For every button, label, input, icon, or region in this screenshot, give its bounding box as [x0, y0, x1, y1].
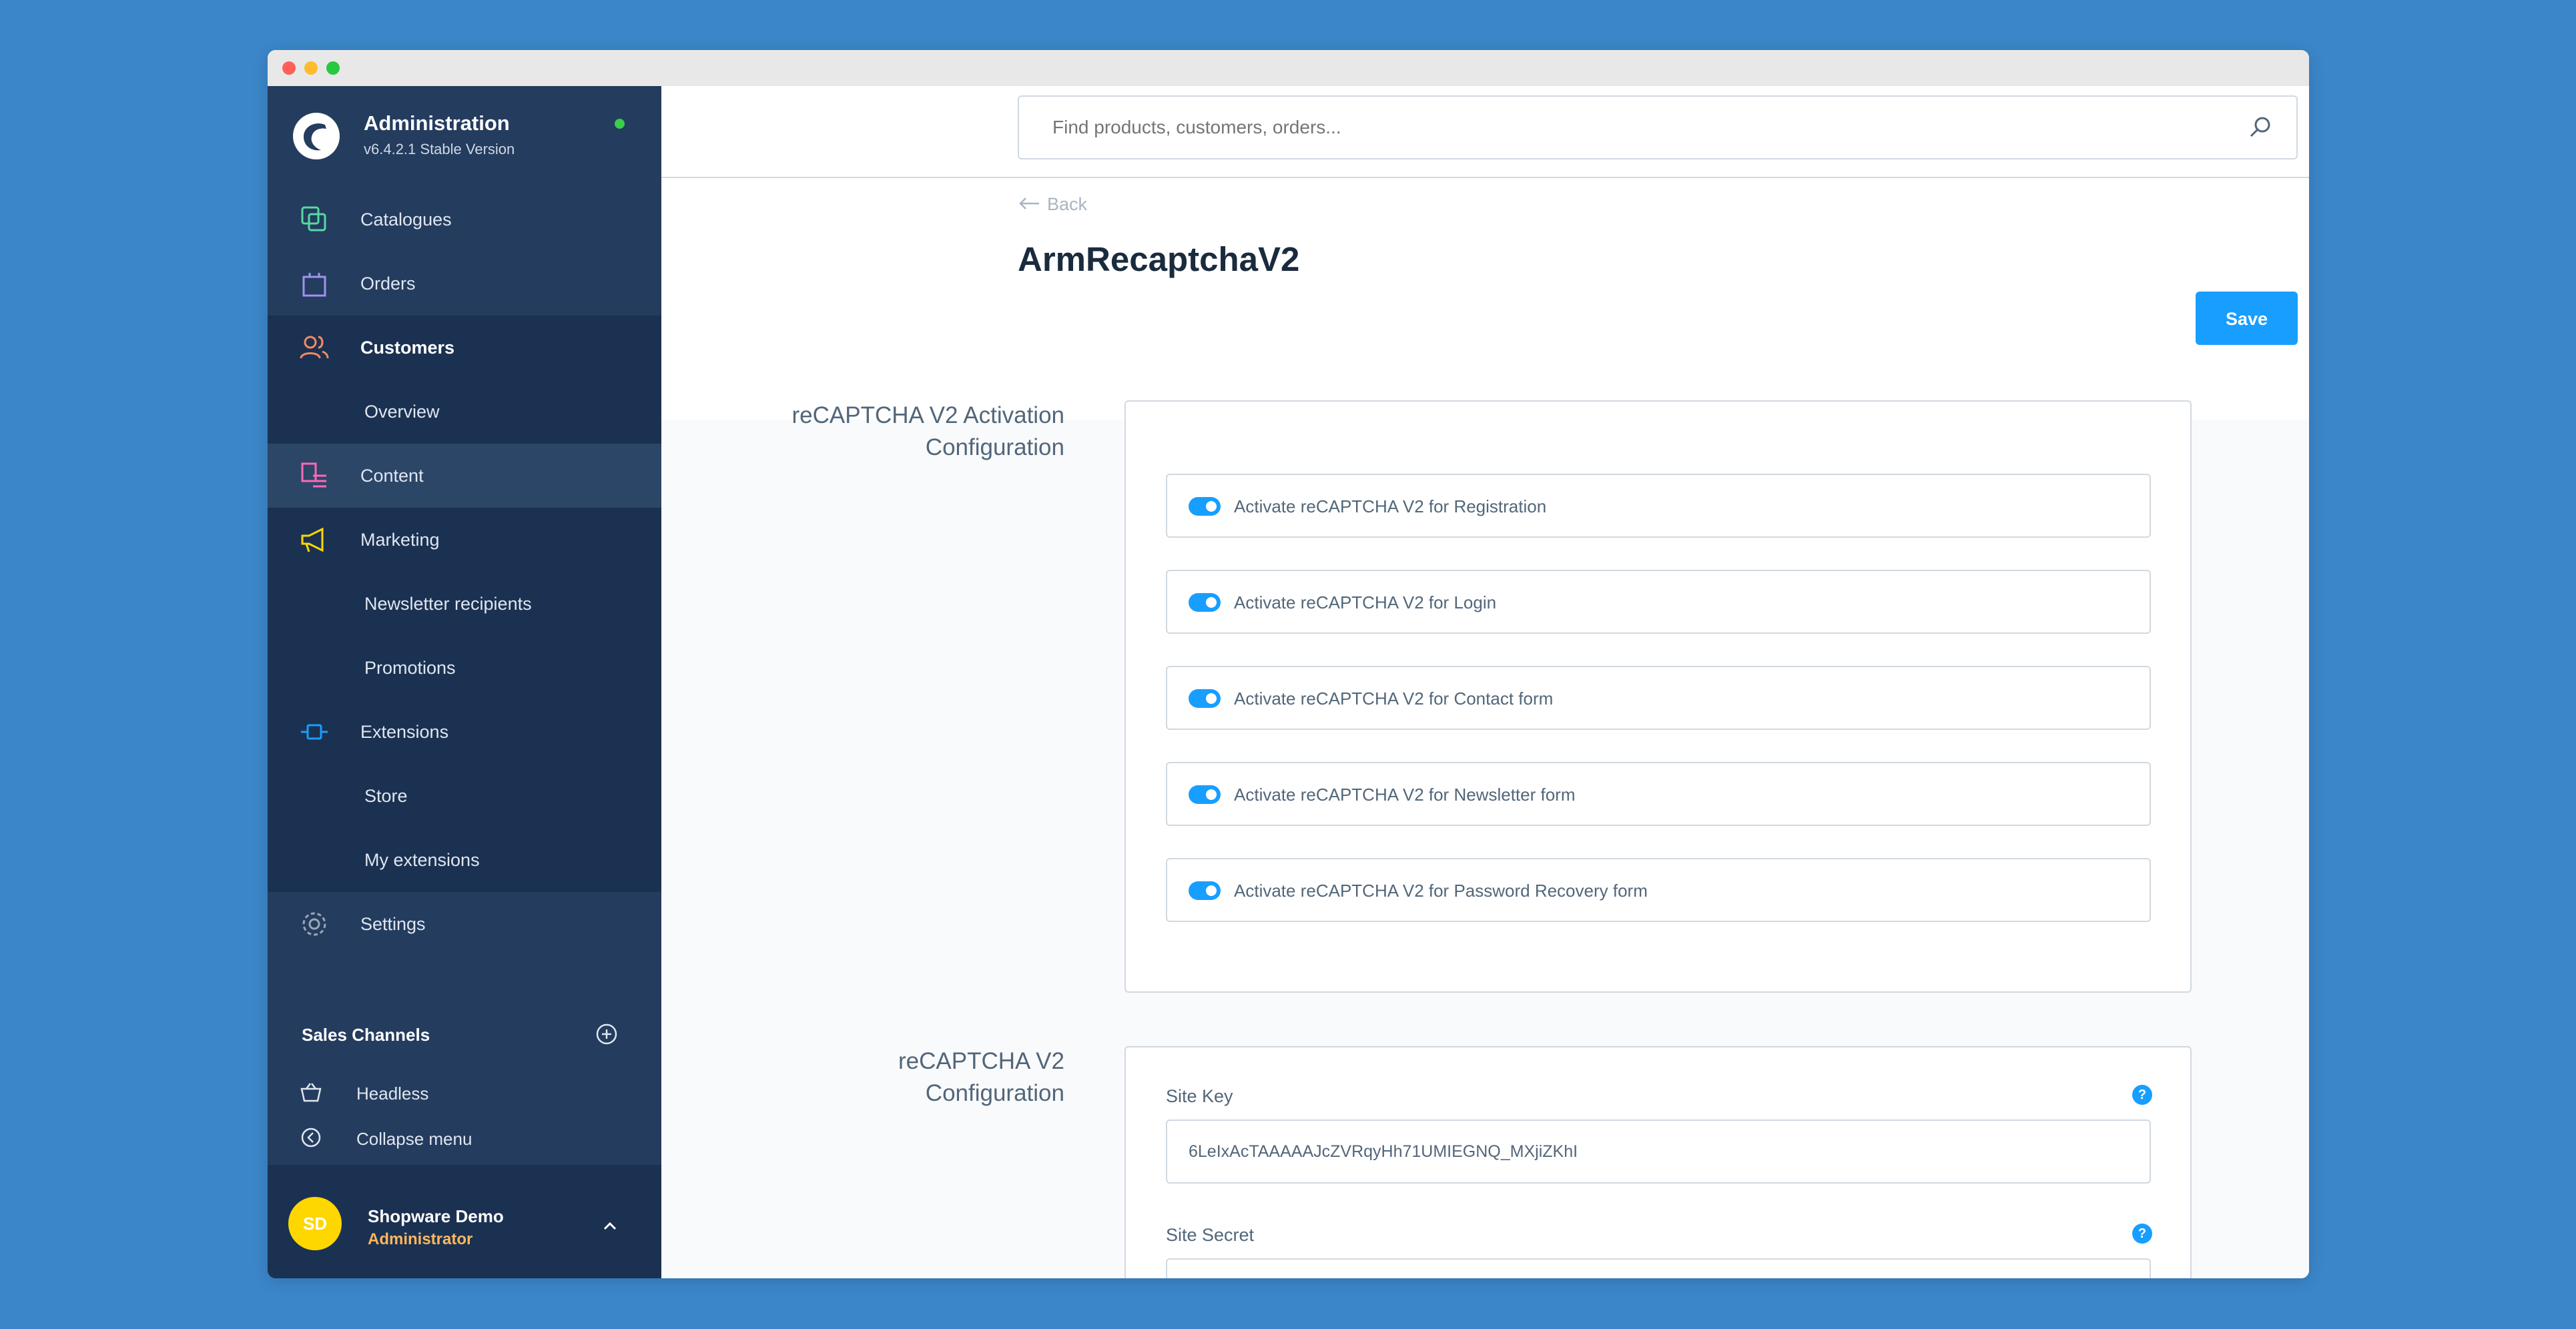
site-secret-label: Site Secret [1166, 1225, 1255, 1245]
contact-form-toggle-switch[interactable] [1189, 689, 1221, 708]
chevron-up-icon[interactable] [599, 1216, 621, 1237]
nav-label: Settings [360, 914, 426, 934]
config-label-line1: reCAPTCHA V2 [898, 1048, 1064, 1074]
add-sales-channel-icon[interactable] [595, 1022, 619, 1046]
main-navigation: Catalogues Orders Customers Overview Con… [268, 187, 661, 956]
toggle-label: Activate reCAPTCHA V2 for Login [1234, 592, 1497, 612]
nav-label: Orders [360, 274, 416, 294]
nav-label: Marketing [360, 530, 440, 550]
config-card: Site Key ? Site Secret ? [1124, 1046, 2192, 1278]
back-link[interactable]: Back [1047, 194, 1087, 215]
nav-subitem-promotions[interactable]: Promotions [268, 636, 661, 700]
catalogues-icon [301, 206, 326, 232]
collapse-menu-label: Collapse menu [356, 1129, 472, 1149]
activation-card: Activate reCAPTCHA V2 for Registration A… [1124, 400, 2192, 993]
toggle-label: Activate reCAPTCHA V2 for Password Recov… [1234, 881, 1648, 901]
app-version: v6.4.2.1 Stable Version [364, 141, 515, 157]
user-menu[interactable]: SD Shopware Demo Administrator [268, 1165, 661, 1278]
nav-item-catalogues[interactable]: Catalogues [268, 187, 661, 252]
nav-item-orders[interactable]: Orders [268, 252, 661, 316]
activation-section-label: reCAPTCHA V2 Activation Configuration [792, 400, 1065, 464]
minimize-window-button[interactable] [304, 61, 318, 75]
site-key-label: Site Key [1166, 1086, 1233, 1106]
toggle-row-password-recovery[interactable]: Activate reCAPTCHA V2 for Password Recov… [1166, 858, 2151, 922]
login-toggle-switch[interactable] [1189, 593, 1221, 612]
search-bar[interactable] [1018, 95, 2298, 159]
online-status-indicator [615, 119, 625, 129]
password-recovery-toggle-switch[interactable] [1189, 881, 1221, 900]
toggle-row-registration[interactable]: Activate reCAPTCHA V2 for Registration [1166, 474, 2151, 538]
nav-item-marketing[interactable]: Marketing [268, 508, 661, 572]
nav-subitem-store[interactable]: Store [268, 764, 661, 828]
nav-item-content[interactable]: Content [268, 444, 661, 508]
search-icon[interactable] [2248, 115, 2272, 139]
extensions-icon [301, 724, 328, 740]
orders-icon [302, 273, 326, 297]
nav-item-customers[interactable]: Customers [268, 316, 661, 380]
nav-label: Overview [364, 402, 440, 422]
user-name: Shopware Demo [368, 1206, 504, 1226]
nav-label: Store [364, 786, 408, 806]
sidebar: Administration v6.4.2.1 Stable Version C… [268, 86, 661, 1278]
nav-item-settings[interactable]: Settings [268, 892, 661, 956]
page-title: ArmRecaptchaV2 [1018, 240, 1300, 278]
toggle-label: Activate reCAPTCHA V2 for Contact form [1234, 689, 1554, 709]
nav-subitem-my-extensions[interactable]: My extensions [268, 828, 661, 892]
app-window: Administration v6.4.2.1 Stable Version C… [268, 50, 2309, 1278]
close-window-button[interactable] [282, 61, 296, 75]
top-bar [661, 86, 2309, 228]
sales-channels-title: Sales Channels [302, 1025, 430, 1045]
sales-channel-headless[interactable]: Headless [268, 1073, 661, 1113]
nav-subitem-newsletter-recipients[interactable]: Newsletter recipients [268, 572, 661, 636]
content-icon [301, 462, 326, 488]
brand-header: Administration v6.4.2.1 Stable Version [268, 86, 661, 187]
activation-label-line2: Configuration [925, 434, 1064, 460]
nav-label: Content [360, 466, 424, 486]
nav-item-extensions[interactable]: Extensions [268, 700, 661, 764]
maximize-window-button[interactable] [326, 61, 340, 75]
newsletter-form-toggle-switch[interactable] [1189, 785, 1221, 804]
site-secret-field[interactable] [1166, 1258, 2151, 1278]
app-title: Administration [364, 111, 510, 135]
topbar-divider [661, 177, 2309, 178]
nav-label: Catalogues [360, 209, 452, 230]
search-input[interactable] [1052, 117, 2187, 138]
nav-label: Extensions [360, 722, 449, 742]
sales-channel-label: Headless [356, 1083, 429, 1103]
activation-label-line1: reCAPTCHA V2 Activation [791, 402, 1065, 428]
arrow-left-icon[interactable] [1018, 195, 1040, 211]
gear-icon [302, 912, 326, 936]
nav-label: My extensions [364, 850, 480, 870]
toggle-row-login[interactable]: Activate reCAPTCHA V2 for Login [1166, 570, 2151, 634]
config-label-line2: Configuration [925, 1080, 1064, 1106]
user-role: Administrator [368, 1230, 473, 1248]
basket-icon [300, 1083, 322, 1102]
toggle-row-newsletter-form[interactable]: Activate reCAPTCHA V2 for Newsletter for… [1166, 762, 2151, 826]
shopware-logo-icon [293, 113, 340, 159]
help-icon[interactable]: ? [2132, 1085, 2152, 1105]
nav-subitem-overview[interactable]: Overview [268, 380, 661, 444]
avatar: SD [288, 1197, 342, 1250]
site-key-input[interactable] [1189, 1142, 2123, 1162]
megaphone-icon [301, 527, 324, 552]
toggle-label: Activate reCAPTCHA V2 for Registration [1234, 496, 1547, 516]
toggle-row-contact-form[interactable]: Activate reCAPTCHA V2 for Contact form [1166, 666, 2151, 730]
collapse-menu-button[interactable]: Collapse menu [268, 1118, 661, 1158]
customers-icon [300, 336, 329, 359]
site-key-field[interactable] [1166, 1120, 2151, 1184]
main-content: Back ArmRecaptchaV2 Save reCAPTCHA V2 Ac… [661, 86, 2309, 1278]
help-icon[interactable]: ? [2132, 1224, 2152, 1244]
nav-label: Newsletter recipients [364, 594, 532, 614]
config-section-label: reCAPTCHA V2 Configuration [898, 1045, 1064, 1110]
collapse-icon [301, 1128, 321, 1148]
toggle-label: Activate reCAPTCHA V2 for Newsletter for… [1234, 785, 1576, 805]
registration-toggle-switch[interactable] [1189, 497, 1221, 516]
save-button[interactable]: Save [2196, 292, 2298, 345]
nav-label: Customers [360, 338, 455, 358]
window-titlebar [268, 50, 2309, 87]
nav-label: Promotions [364, 658, 456, 678]
